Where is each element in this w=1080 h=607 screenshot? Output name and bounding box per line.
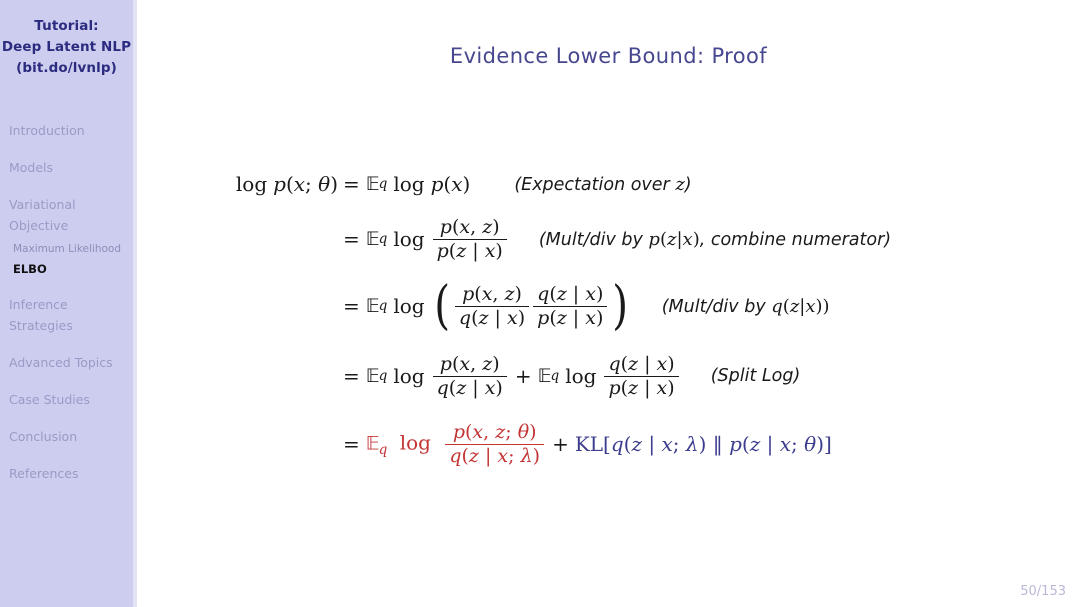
sidebar-item-label: Variational bbox=[9, 197, 76, 212]
right-paren: ) bbox=[612, 276, 629, 337]
sidebar-item-conclusion[interactable]: Conclusion bbox=[0, 426, 133, 447]
elbo-term: 𝔼q log p(x, z; θ) q(z | x; λ) bbox=[366, 422, 546, 466]
sidebar-item-maximum-likelihood[interactable]: Maximum Likelihood bbox=[0, 240, 133, 258]
sidebar-item-case-studies[interactable]: Case Studies bbox=[0, 389, 133, 410]
sidebar-item-inference-strategies[interactable]: Inference Strategies bbox=[0, 294, 133, 336]
sidebar-item-references[interactable]: References bbox=[0, 463, 133, 484]
fraction: q(z | x) p(z | x) bbox=[533, 284, 608, 328]
sidebar-title-line-1: Tutorial: bbox=[34, 18, 99, 34]
sidebar-item-introduction[interactable]: Introduction bbox=[0, 120, 133, 141]
fraction: q(z | x) p(z | x) bbox=[604, 354, 679, 398]
equation-rhs: = 𝔼q log p(x) (Expectation over z) bbox=[343, 172, 692, 196]
equation-rhs: = 𝔼q log p(x, z) p(z | x) (Mult/div by p… bbox=[343, 215, 892, 262]
equation-lhs: log p(x; θ) bbox=[235, 172, 338, 196]
kl-term: KL[q(z | x; λ) ‖ p(z | x; θ)] bbox=[574, 432, 832, 456]
sidebar-item-label: Conclusion bbox=[9, 429, 78, 444]
equation-rhs: = 𝔼q log p(x, z) q(z | x) + 𝔼q log q(z |… bbox=[343, 352, 801, 399]
equation-annotation: (Mult/div by p(z|x), combine numerator) bbox=[538, 228, 892, 250]
derivation-block: log p(x; θ) = 𝔼q log p(x) (Expectation ove… bbox=[137, 160, 1080, 478]
sidebar-title-line-3: (bit.do/lvnlp) bbox=[16, 60, 117, 76]
sidebar-item-label: Advanced Topics bbox=[9, 355, 113, 370]
sidebar-title-line-2: Deep Latent NLP bbox=[1, 39, 132, 55]
equation-rhs: = 𝔼q log p(x, z; θ) q(z | x; λ) + KL[q(z… bbox=[343, 420, 832, 467]
sidebar-item-label: References bbox=[9, 466, 79, 481]
equation-annotation: (Split Log) bbox=[710, 366, 801, 386]
sidebar-item-label-cont: Objective bbox=[9, 218, 69, 233]
table-of-contents: Introduction Models Variational Objectiv… bbox=[0, 120, 133, 500]
fraction: p(x, z; θ) q(z | x; λ) bbox=[445, 422, 545, 466]
equation-line-1: log p(x; θ) = 𝔼q log p(x) (Expectation ove… bbox=[137, 160, 1080, 208]
sidebar-item-label: Inference bbox=[9, 297, 68, 312]
sidebar-item-label: Models bbox=[9, 160, 54, 175]
fraction: p(x, z) q(z | x) bbox=[454, 284, 530, 328]
sidebar-title[interactable]: Tutorial: Deep Latent NLP (bit.do/lvnlp) bbox=[0, 16, 133, 79]
sidebar-item-label-cont: Strategies bbox=[9, 318, 73, 333]
fraction: p(x, z) p(z | x) bbox=[432, 217, 507, 261]
equation-line-2: = 𝔼q log p(x, z) p(z | x) (Mult/div by p… bbox=[137, 208, 1080, 270]
equation-annotation: (Mult/div by q(z|x)) bbox=[661, 295, 830, 317]
equation-rhs: = 𝔼q log ( p(x, z) q(z | x) q(z | x) p(z… bbox=[343, 276, 830, 337]
equation-line-5: = 𝔼q log p(x, z; θ) q(z | x; λ) + KL[q(z… bbox=[137, 410, 1080, 478]
left-paren: ( bbox=[433, 276, 450, 337]
sidebar-item-models[interactable]: Models bbox=[0, 157, 133, 178]
sidebar-item-advanced-topics[interactable]: Advanced Topics bbox=[0, 352, 133, 373]
page-title: Evidence Lower Bound: Proof bbox=[449, 44, 768, 68]
page-number: 50/153 bbox=[1020, 584, 1066, 599]
slide-root: Tutorial: Deep Latent NLP (bit.do/lvnlp)… bbox=[0, 0, 1080, 607]
sidebar-item-variational-objective[interactable]: Variational Objective bbox=[0, 194, 133, 236]
equation-annotation: (Expectation over z) bbox=[514, 173, 692, 195]
sidebar: Tutorial: Deep Latent NLP (bit.do/lvnlp)… bbox=[0, 0, 133, 607]
slide-content: Evidence Lower Bound: Proof log p(x; θ) =… bbox=[137, 0, 1080, 607]
sidebar-item-label: Introduction bbox=[9, 123, 85, 138]
equation-line-3: = 𝔼q log ( p(x, z) q(z | x) q(z | x) p(z… bbox=[137, 270, 1080, 342]
sidebar-item-label: Case Studies bbox=[9, 392, 90, 407]
fraction: p(x, z) q(z | x) bbox=[432, 354, 507, 398]
sidebar-item-elbo[interactable]: ELBO bbox=[0, 260, 133, 278]
equation-line-4: = 𝔼q log p(x, z) q(z | x) + 𝔼q log q(z |… bbox=[137, 342, 1080, 410]
